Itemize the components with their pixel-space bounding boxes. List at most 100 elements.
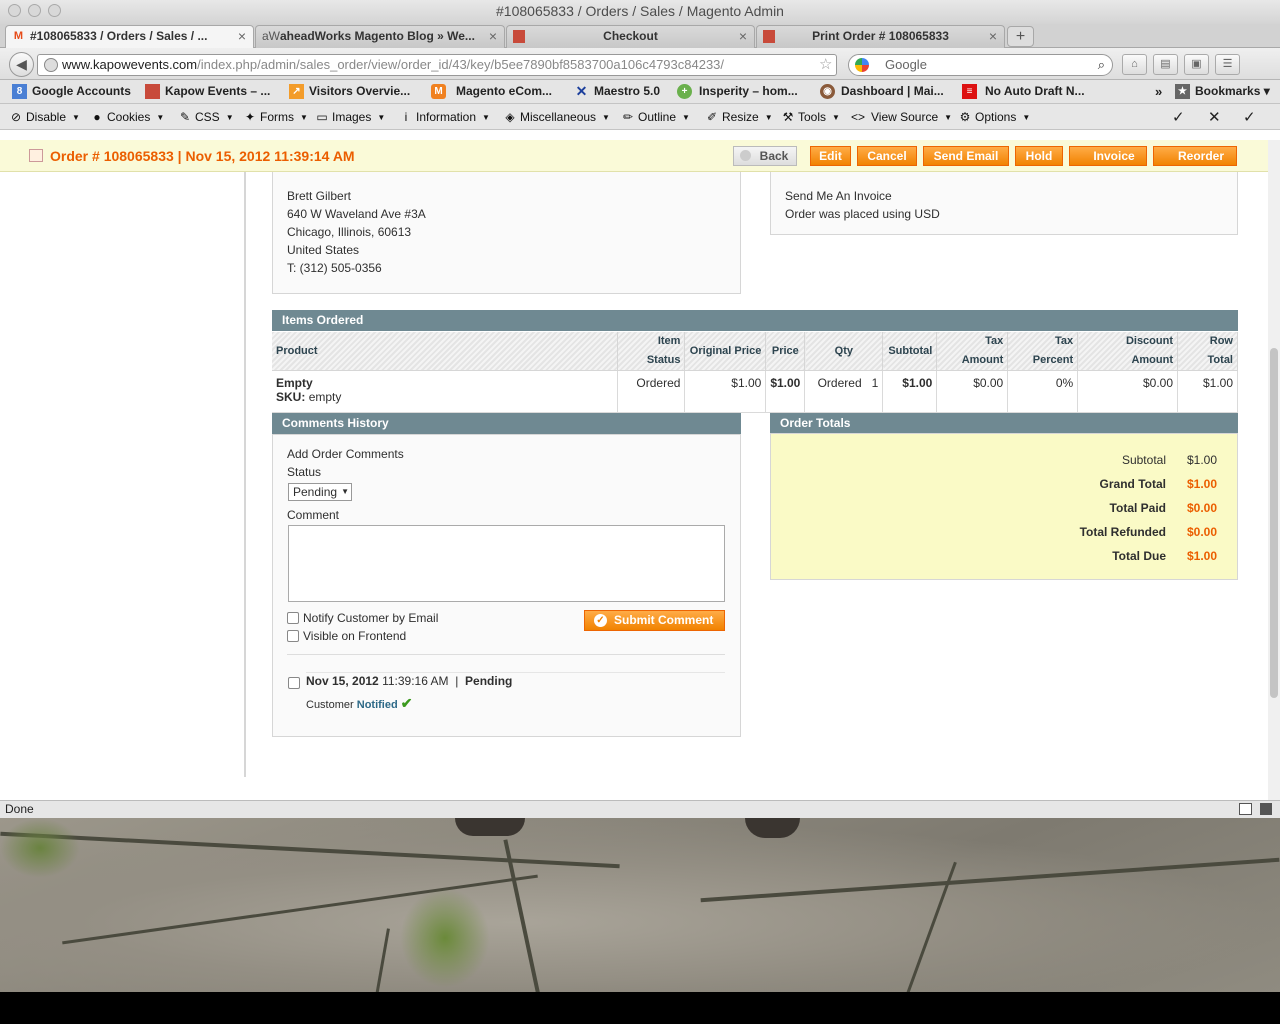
total-due-value: $1.00 xyxy=(1186,549,1217,563)
dev-disable[interactable]: ⊘ Disable ▼ xyxy=(9,110,80,125)
send-email-button[interactable]: Send Email xyxy=(923,146,1009,166)
notify-customer-option[interactable]: Notify Customer by Email xyxy=(287,609,438,627)
dev-images[interactable]: ▭ Images ▼ xyxy=(315,110,385,125)
hold-button[interactable]: Hold xyxy=(1015,146,1063,166)
bookmark-label: Bookmarks xyxy=(1195,84,1261,98)
comments-history-header: Comments History xyxy=(272,413,741,434)
add-comments-label: Add Order Comments xyxy=(287,447,404,461)
submit-comment-button[interactable]: Submit Comment xyxy=(584,610,725,631)
chevron-down-icon: ▼ xyxy=(341,487,349,496)
cube-icon: ◈ xyxy=(505,110,515,124)
menu-icon[interactable]: ☰ xyxy=(1215,54,1240,75)
table-row: Empty SKU: empty Ordered $1.00 $1.00 Ord… xyxy=(272,370,1238,413)
dev-label: Outline xyxy=(638,110,677,124)
dev-resize[interactable]: ✐ Resize ▼ xyxy=(705,110,773,125)
tab-print-order[interactable]: Print Order # 108065833 × xyxy=(756,25,1005,48)
search-icon[interactable]: ⌕ xyxy=(1098,55,1105,75)
search-input[interactable]: Google ⌕ xyxy=(848,54,1113,76)
bookmark-label: Kapow Events – ... xyxy=(165,84,271,98)
dev-miscellaneous[interactable]: ◈ Miscellaneous ▼ xyxy=(503,110,610,125)
bookmark-maestro[interactable]: ✕ Maestro 5.0 xyxy=(574,84,660,99)
bookmark-label: Insperity – hom... xyxy=(699,84,798,98)
dev-cookies[interactable]: ● Cookies ▼ xyxy=(90,110,164,125)
checkmark-icon: ✔ xyxy=(400,695,413,711)
close-icon[interactable]: × xyxy=(739,26,747,47)
dev-view-source[interactable]: <> View Source ▼ xyxy=(851,110,952,125)
sync-icon[interactable]: ▣ xyxy=(1184,54,1209,75)
notify-checkbox[interactable] xyxy=(287,612,299,624)
dev-label: Images xyxy=(332,110,372,124)
chevron-right-icon[interactable]: » xyxy=(1155,84,1162,99)
comment-label: Comment xyxy=(287,508,340,522)
url-domain: www.kapowevents.com xyxy=(62,57,198,72)
close-icon[interactable]: ✕ xyxy=(1208,108,1221,126)
cancel-button[interactable]: Cancel xyxy=(857,146,917,166)
nav-toolbar-icons: ⌂ ▤ ▣ ☰ xyxy=(1122,54,1240,75)
notify-label: Notify Customer by Email xyxy=(303,611,439,625)
scrollbar-thumb[interactable] xyxy=(1270,348,1278,698)
history-date: Nov 15, 2012 xyxy=(306,674,379,688)
address-bar[interactable]: www.kapowevents.com/index.php/admin/sale… xyxy=(37,54,837,76)
check-icon[interactable]: ✓ xyxy=(1172,108,1185,126)
dev-label: Miscellaneous xyxy=(520,110,597,124)
check-icon[interactable]: ✓ xyxy=(1243,108,1256,126)
bookmarks-menu[interactable]: ★ Bookmarks ▾ xyxy=(1175,84,1270,99)
bookmark-google-accounts[interactable]: 8 Google Accounts xyxy=(12,84,131,99)
column-header: Tax Percent xyxy=(1007,332,1079,371)
visible-frontend-option[interactable]: Visible on Frontend xyxy=(287,627,406,645)
bookmark-label: Dashboard | Mai... xyxy=(841,84,944,98)
star-icon[interactable]: ☆ xyxy=(819,55,832,75)
total-refunded-label: Total Refunded xyxy=(1079,525,1166,539)
magento-icon: M xyxy=(13,30,24,42)
close-icon[interactable]: × xyxy=(989,26,997,47)
bookmark-dashboard[interactable]: ◉ Dashboard | Mai... xyxy=(820,84,944,99)
tab-aheadworks[interactable]: aW aheadWorks Magento Blog » We... × xyxy=(255,25,505,48)
qty-value: 1 xyxy=(871,376,879,390)
edit-button[interactable]: Edit xyxy=(810,146,851,166)
x-icon: ✕ xyxy=(575,83,588,99)
bookmark-no-auto-draft[interactable]: ≡ No Auto Draft N... xyxy=(962,84,1085,99)
library-icon[interactable]: ▤ xyxy=(1153,54,1178,75)
close-icon[interactable]: × xyxy=(489,26,497,47)
new-tab-button[interactable]: + xyxy=(1007,26,1034,47)
bookmark-visitors[interactable]: ↗ Visitors Overvie... xyxy=(289,84,410,99)
browser-back-button[interactable]: ◀ xyxy=(9,52,34,77)
vertical-scrollbar[interactable] xyxy=(1268,140,1280,800)
window-controls[interactable] xyxy=(8,4,61,17)
bookmark-insperity[interactable]: + Insperity – hom... xyxy=(677,84,798,99)
web-developer-toolbar: ⊘ Disable ▼ ● Cookies ▼ ✎ CSS ▼ ✦ Forms ▼ ▭ Image… xyxy=(0,104,1280,130)
product-name: Empty xyxy=(276,376,313,390)
dev-information[interactable]: i Information ▼ xyxy=(399,110,490,125)
home-icon[interactable]: ⌂ xyxy=(1122,54,1147,75)
invoice-button[interactable]: Invoice xyxy=(1069,146,1147,166)
tax-amount-cell: $0.00 xyxy=(936,370,1009,413)
dev-css[interactable]: ✎ CSS ▼ xyxy=(178,110,234,125)
status-select[interactable]: Pending ▼ xyxy=(288,483,352,501)
dev-options[interactable]: ⚙ Options ▼ xyxy=(958,110,1031,125)
bookmark-magento[interactable]: M Magento eCom... xyxy=(431,84,552,99)
bookmark-label: No Auto Draft N... xyxy=(985,84,1085,98)
disable-icon: ⊘ xyxy=(10,110,22,124)
tab-checkout[interactable]: Checkout × xyxy=(506,25,755,48)
reorder-button[interactable]: Reorder xyxy=(1153,146,1237,166)
tab-order[interactable]: M #108065833 / Orders / Sales / ... × xyxy=(5,25,254,49)
original-price-cell: $1.00 xyxy=(684,370,767,413)
dev-forms[interactable]: ✦ Forms ▼ xyxy=(243,110,308,125)
magento-icon: M xyxy=(431,84,446,99)
payment-method: Send Me An Invoice xyxy=(785,189,892,203)
comment-textarea[interactable] xyxy=(288,525,725,602)
close-icon[interactable]: × xyxy=(238,26,246,47)
bookmark-kapow[interactable]: Kapow Events – ... xyxy=(145,84,270,99)
dev-tools[interactable]: ⚒ Tools ▼ xyxy=(781,110,840,125)
aw-icon: aW xyxy=(262,29,280,43)
addon-icon[interactable] xyxy=(1260,803,1272,815)
status-label: Status xyxy=(287,465,322,479)
history-checkbox[interactable] xyxy=(288,677,300,689)
dev-outline[interactable]: ✏ Outline ▼ xyxy=(621,110,690,125)
back-button[interactable]: Back xyxy=(733,146,797,166)
grid-icon[interactable] xyxy=(1239,803,1252,815)
search-placeholder: Google xyxy=(885,57,927,72)
mailchimp-icon: ◉ xyxy=(820,84,835,99)
visible-checkbox[interactable] xyxy=(287,630,299,642)
options-icon: ⚙ xyxy=(959,110,971,124)
